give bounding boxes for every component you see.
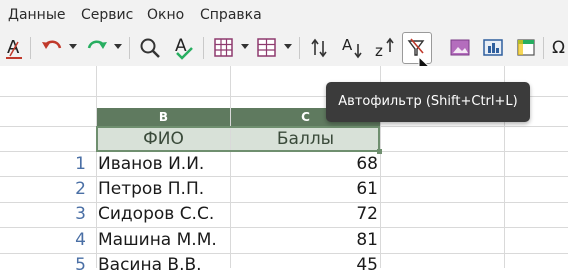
row-number[interactable]: 3	[40, 202, 86, 227]
row-number[interactable]: 2	[40, 177, 86, 202]
cell-score[interactable]: 61	[232, 177, 378, 202]
cell-score[interactable]: 81	[232, 228, 378, 253]
svg-text:z: z	[375, 42, 383, 60]
find-replace-icon[interactable]	[138, 34, 162, 62]
undo-dropdown-icon[interactable]	[69, 44, 77, 49]
svg-text:A: A	[342, 36, 353, 54]
svg-text:Ω: Ω	[552, 38, 565, 58]
separator	[543, 37, 544, 59]
sort-icon[interactable]	[308, 34, 330, 62]
cell-name[interactable]: Машина М.М.	[98, 228, 217, 253]
special-character-icon[interactable]: Ω	[552, 34, 568, 62]
redo-dropdown-icon[interactable]	[114, 44, 122, 49]
menu-help[interactable]: Справка	[200, 7, 262, 23]
separator	[30, 37, 31, 59]
cell-name[interactable]: Сидоров С.С.	[98, 202, 214, 227]
cell-name[interactable]: Петров П.П.	[98, 177, 204, 202]
cell-score[interactable]: 45	[232, 253, 378, 278]
clear-formatting-icon[interactable]: A	[4, 34, 26, 62]
menu-bar: Данные Сервис Окно Справка	[0, 0, 568, 30]
cell-score[interactable]: 72	[232, 202, 378, 227]
redo-icon[interactable]	[85, 34, 109, 62]
grid-line	[96, 66, 97, 268]
spellcheck-icon[interactable]: A	[172, 34, 196, 62]
row-number[interactable]: 4	[40, 228, 86, 253]
cell-name[interactable]: Васина В.В.	[98, 253, 202, 278]
insert-chart-icon[interactable]	[481, 34, 505, 62]
grid-line	[230, 66, 231, 268]
column-header-b[interactable]: B	[97, 108, 230, 126]
menu-tools[interactable]: Сервис	[81, 7, 133, 23]
undo-icon[interactable]	[40, 34, 64, 62]
cell-score[interactable]: 68	[232, 152, 378, 177]
separator	[299, 37, 300, 59]
separator	[129, 37, 130, 59]
autofilter-tooltip: Автофильтр (Shift+Ctrl+L)	[326, 82, 530, 122]
separator	[203, 37, 204, 59]
sort-ascending-icon[interactable]: A	[340, 34, 364, 62]
menu-data[interactable]: Данные	[8, 7, 66, 23]
column-insert-dropdown-icon[interactable]	[284, 44, 292, 49]
menu-window[interactable]: Окно	[147, 7, 184, 23]
row-insert-dropdown-icon[interactable]	[241, 44, 249, 49]
row-insert-icon[interactable]	[212, 34, 236, 62]
svg-text:A: A	[175, 36, 187, 56]
svg-text:A: A	[7, 37, 20, 58]
cell-name[interactable]: Иванов И.И.	[98, 152, 204, 177]
row-number[interactable]: 5	[40, 253, 86, 278]
insert-image-icon[interactable]	[448, 34, 472, 62]
row-number[interactable]: 1	[40, 152, 86, 177]
selection-outline	[96, 126, 380, 152]
column-insert-icon[interactable]	[255, 34, 279, 62]
insert-pivot-table-icon[interactable]	[514, 34, 538, 62]
sort-descending-icon[interactable]: z	[373, 34, 397, 62]
